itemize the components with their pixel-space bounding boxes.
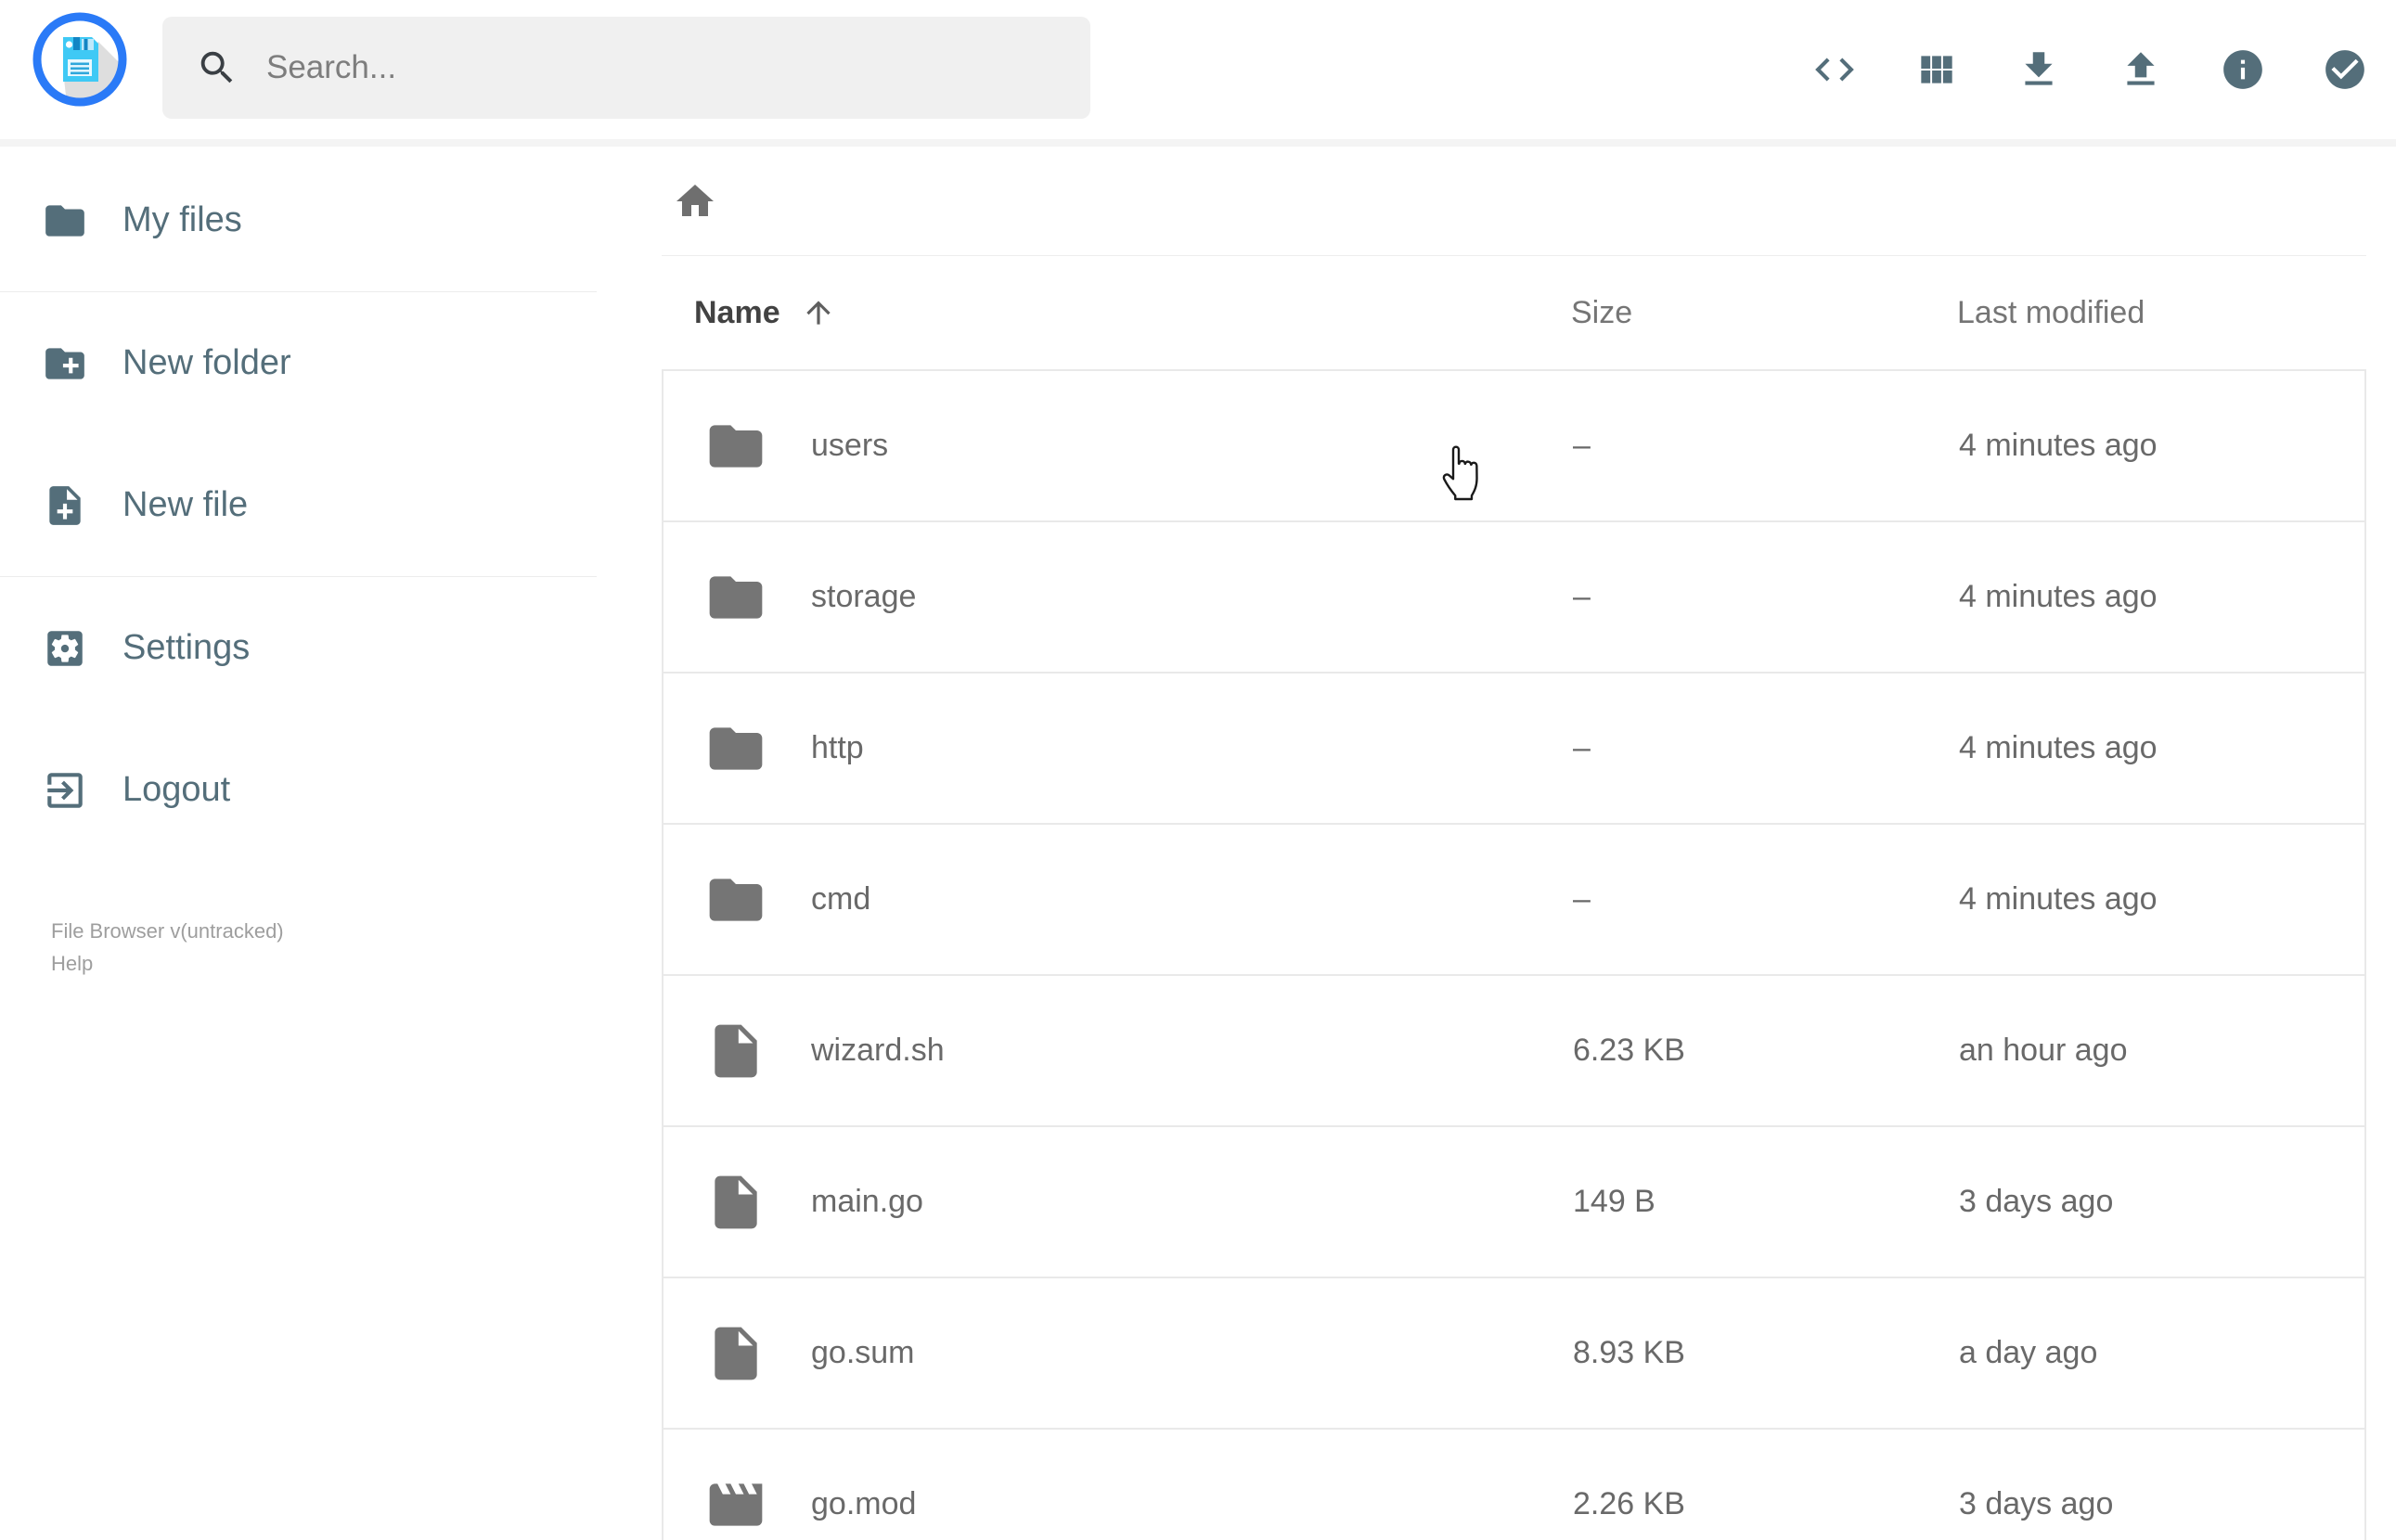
header-actions (1811, 0, 2368, 139)
file-row-storage[interactable]: storage – 4 minutes ago (662, 520, 2366, 674)
breadcrumb (662, 147, 2366, 256)
folder-icon (704, 415, 767, 478)
folder-icon (42, 198, 88, 244)
file-modified: 4 minutes ago (1959, 881, 2158, 917)
file-size: 8.93 KB (1573, 1335, 1685, 1370)
file-name: users (811, 428, 889, 463)
sidebar-item-label: My files (122, 200, 242, 239)
info-icon[interactable] (2220, 46, 2266, 93)
file-icon (704, 1322, 767, 1385)
sidebar-item-my-files[interactable]: My files (0, 149, 597, 291)
file-size: – (1573, 881, 1591, 917)
sidebar-item-new-file[interactable]: New file (0, 434, 597, 576)
file-size: – (1573, 428, 1591, 463)
file-icon (704, 1171, 767, 1234)
file-name: go.sum (811, 1335, 915, 1370)
file-size: 149 B (1573, 1184, 1655, 1219)
sidebar-item-label: Settings (122, 628, 251, 667)
sidebar-item-label: New folder (122, 343, 291, 382)
file-row-cmd[interactable]: cmd – 4 minutes ago (662, 823, 2366, 976)
file-modified: 3 days ago (1959, 1184, 2114, 1219)
file-modified: 4 minutes ago (1959, 428, 2158, 463)
search-icon (196, 46, 238, 89)
folder-icon (704, 566, 767, 629)
grid-view-icon[interactable] (1913, 46, 1960, 93)
app-logo[interactable] (31, 10, 129, 109)
column-header-size[interactable]: Size (1571, 256, 1632, 369)
sidebar-item-settings[interactable]: Settings (0, 577, 597, 719)
code-icon[interactable] (1811, 46, 1858, 93)
select-multiple-icon[interactable] (2322, 46, 2368, 93)
sidebar-item-label: New file (122, 485, 249, 524)
app-version: File Browser v(untracked) (51, 919, 284, 943)
file-size: 2.26 KB (1573, 1486, 1685, 1521)
file-plus-icon (42, 482, 88, 529)
file-size: – (1573, 730, 1591, 765)
sidebar-item-logout[interactable]: Logout (0, 719, 597, 861)
upload-icon[interactable] (2118, 46, 2164, 93)
file-row-main-go[interactable]: main.go 149 B 3 days ago (662, 1125, 2366, 1278)
file-name: storage (811, 579, 917, 614)
folder-plus-icon (42, 340, 88, 387)
folder-icon (704, 717, 767, 780)
settings-icon (42, 625, 88, 672)
file-row-wizard-sh[interactable]: wizard.sh 6.23 KB an hour ago (662, 974, 2366, 1127)
column-header-name[interactable]: Name (694, 256, 836, 369)
column-header-modified[interactable]: Last modified (1957, 256, 2145, 369)
file-name: wizard.sh (811, 1033, 945, 1068)
sidebar: My files New folder New file Settings Lo… (0, 147, 597, 1540)
listing-header: Name Size Last modified (662, 256, 2366, 369)
file-name: http (811, 730, 864, 765)
file-name: cmd (811, 881, 871, 917)
file-name: main.go (811, 1184, 923, 1219)
sidebar-item-new-folder[interactable]: New folder (0, 292, 597, 434)
file-listing: Name Size Last modified users – 4 minute… (662, 147, 2366, 1540)
filebrowser-app: My files New folder New file Sett (0, 0, 2396, 1540)
logout-icon (42, 767, 88, 814)
file-modified: an hour ago (1959, 1033, 2128, 1068)
file-modified: a day ago (1959, 1335, 2098, 1370)
help-link[interactable]: Help (51, 947, 284, 980)
sidebar-footer: File Browser v(untracked) Help (51, 915, 284, 980)
file-icon (704, 1020, 767, 1083)
file-row-go-mod[interactable]: go.mod 2.26 KB 3 days ago (662, 1428, 2366, 1540)
movie-icon (704, 1473, 767, 1536)
download-icon[interactable] (2016, 46, 2062, 93)
file-modified: 3 days ago (1959, 1486, 2114, 1521)
search-bar (162, 17, 1090, 119)
folder-icon (704, 868, 767, 931)
file-name: go.mod (811, 1486, 917, 1521)
file-modified: 4 minutes ago (1959, 730, 2158, 765)
file-size: – (1573, 579, 1591, 614)
search-input[interactable] (264, 48, 1090, 87)
file-modified: 4 minutes ago (1959, 579, 2158, 614)
floppy-disk-logo-icon (31, 10, 129, 109)
file-size: 6.23 KB (1573, 1033, 1685, 1068)
home-icon[interactable] (673, 179, 717, 224)
listing-rows: users – 4 minutes ago storage – 4 minute… (662, 369, 2366, 1540)
file-row-go-sum[interactable]: go.sum 8.93 KB a day ago (662, 1277, 2366, 1430)
arrow-up-icon (801, 295, 836, 330)
file-row-users[interactable]: users – 4 minutes ago (662, 369, 2366, 522)
sidebar-item-label: Logout (122, 770, 231, 809)
top-bar (0, 0, 2396, 147)
file-row-http[interactable]: http – 4 minutes ago (662, 672, 2366, 825)
